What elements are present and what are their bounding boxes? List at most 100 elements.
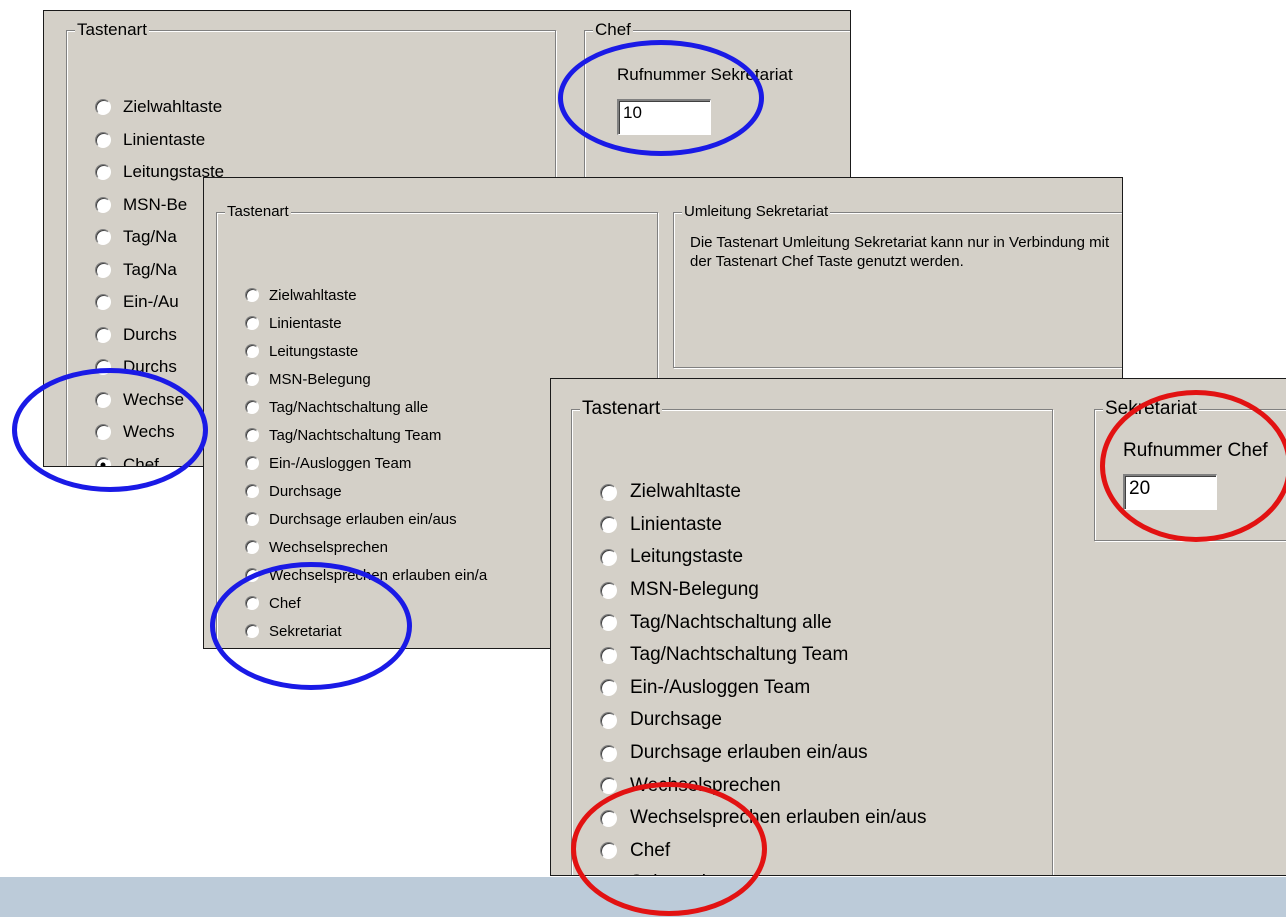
- radio-label: Ein-/Au: [123, 292, 179, 312]
- radio-option[interactable]: Linientaste: [245, 309, 487, 337]
- radio-icon[interactable]: [600, 777, 617, 795]
- radio-label: Durchsage erlauben ein/aus: [269, 510, 457, 528]
- radio-selected-icon[interactable]: [600, 874, 617, 875]
- radio-icon[interactable]: [245, 568, 259, 582]
- chef-number-field[interactable]: 20: [1123, 474, 1217, 510]
- radio-icon[interactable]: [245, 484, 259, 498]
- radio-option[interactable]: Tag/Nachtschaltung alle: [245, 393, 487, 421]
- secretary-number-field[interactable]: 10: [617, 99, 711, 135]
- radio-icon[interactable]: [95, 196, 111, 213]
- radio-icon[interactable]: [600, 646, 617, 664]
- radio-label: Tag/Nachtschaltung alle: [630, 611, 832, 633]
- radio-icon[interactable]: [600, 548, 617, 566]
- radio-icon[interactable]: [95, 99, 111, 116]
- bottom-band: [0, 877, 1286, 917]
- radio-option[interactable]: Durchsage: [245, 477, 487, 505]
- radio-icon[interactable]: [600, 679, 617, 697]
- radio-label: Durchsage: [269, 482, 342, 500]
- radio-label: Wechs: [123, 422, 175, 442]
- radio-icon[interactable]: [95, 326, 111, 343]
- radio-option[interactable]: Zielwahltaste: [600, 476, 926, 509]
- radio-option[interactable]: Tag/Nachtschaltung Team: [600, 639, 926, 672]
- info-text: Die Tastenart Umleitung Sekretariat kann…: [690, 234, 1110, 270]
- radio-label: MSN-Be: [123, 194, 188, 214]
- radio-icon[interactable]: [95, 424, 111, 441]
- radio-label: Sekretariat: [630, 872, 722, 875]
- radio-label: Wechselsprechen erlauben ein/a: [269, 566, 488, 584]
- group-title: Umleitung Sekretariat: [682, 203, 831, 220]
- radio-label: Ein-/Ausloggen Team: [269, 454, 412, 472]
- radio-icon[interactable]: [95, 391, 111, 408]
- radio-label: MSN-Belegung: [630, 579, 759, 601]
- radio-option[interactable]: Sekretariat: [600, 867, 926, 875]
- radio-option[interactable]: Leitungstaste: [245, 337, 487, 365]
- group-title: Tastenart: [225, 203, 291, 220]
- radio-icon[interactable]: [245, 372, 259, 386]
- radio-icon[interactable]: [95, 261, 111, 278]
- radio-icon[interactable]: [245, 624, 259, 638]
- radio-label: Tag/Nachtschaltung alle: [269, 398, 429, 416]
- radio-option[interactable]: Durchsage erlauben ein/aus: [245, 505, 487, 533]
- radio-label: Chef: [269, 594, 301, 612]
- radio-option[interactable]: Durchsage: [600, 704, 926, 737]
- radio-icon[interactable]: [95, 294, 111, 311]
- radio-option[interactable]: Linientaste: [600, 509, 926, 542]
- radio-option[interactable]: Umleitung Sekretariat: [245, 645, 487, 648]
- radio-icon[interactable]: [245, 288, 259, 302]
- radio-label: Durchsage erlauben ein/aus: [630, 742, 868, 764]
- radio-icon[interactable]: [245, 512, 259, 526]
- radio-icon[interactable]: [245, 428, 259, 442]
- radio-label: Chef: [123, 454, 159, 467]
- radio-option[interactable]: Tag/Nachtschaltung alle: [600, 606, 926, 639]
- sekretariat-group: Sekretariat Rufnummer Chef 20: [1094, 399, 1286, 541]
- radio-label: Ein-/Ausloggen Team: [630, 676, 811, 698]
- radio-option[interactable]: Chef: [245, 589, 487, 617]
- radio-icon[interactable]: [95, 229, 111, 246]
- radio-option[interactable]: Wechselsprechen erlauben ein/a: [245, 561, 487, 589]
- radio-label: Linientaste: [269, 314, 342, 332]
- radio-icon[interactable]: [245, 540, 259, 554]
- radio-option[interactable]: Leitungstaste: [600, 541, 926, 574]
- radio-option[interactable]: Sekretariat: [245, 617, 487, 645]
- radio-option[interactable]: Wechselsprechen erlauben ein/aus: [600, 802, 926, 835]
- radio-option[interactable]: Tag/Nachtschaltung Team: [245, 421, 487, 449]
- radio-option[interactable]: Zielwahltaste: [95, 91, 224, 124]
- radio-option[interactable]: Ein-/Ausloggen Team: [600, 672, 926, 705]
- radio-icon[interactable]: [245, 400, 259, 414]
- radio-option[interactable]: Wechselsprechen: [245, 533, 487, 561]
- radio-label: MSN-Belegung: [269, 370, 371, 388]
- radio-icon[interactable]: [245, 596, 259, 610]
- key-type-options: Zielwahltaste Linientaste Leitungstaste MSN…: [245, 281, 487, 648]
- radio-option[interactable]: Durchsage erlauben ein/aus: [600, 737, 926, 770]
- radio-label: Linientaste: [123, 129, 206, 149]
- radio-option[interactable]: MSN-Belegung: [600, 574, 926, 607]
- radio-label: Tag/Na: [123, 259, 177, 279]
- group-title: Tastenart: [75, 20, 149, 39]
- radio-icon[interactable]: [245, 344, 259, 358]
- radio-icon[interactable]: [95, 131, 111, 148]
- radio-option[interactable]: Zielwahltaste: [245, 281, 487, 309]
- radio-icon[interactable]: [95, 359, 111, 376]
- radio-selected-icon[interactable]: [95, 456, 111, 466]
- radio-icon[interactable]: [600, 483, 617, 501]
- radio-icon[interactable]: [245, 316, 259, 330]
- radio-icon[interactable]: [600, 516, 617, 534]
- radio-option[interactable]: Ein-/Ausloggen Team: [245, 449, 487, 477]
- radio-label: Wechselsprechen: [630, 774, 781, 796]
- radio-icon[interactable]: [600, 614, 617, 632]
- radio-icon[interactable]: [600, 842, 617, 860]
- radio-icon[interactable]: [95, 164, 111, 181]
- radio-icon[interactable]: [600, 711, 617, 729]
- radio-icon[interactable]: [600, 744, 617, 762]
- radio-label: Durchsage: [630, 709, 722, 731]
- radio-option[interactable]: Wechselsprechen: [600, 769, 926, 802]
- radio-label: Wechselsprechen erlauben ein/aus: [630, 807, 927, 829]
- radio-option[interactable]: Chef: [600, 835, 926, 868]
- radio-label: Zielwahltaste: [630, 481, 741, 503]
- radio-option[interactable]: Linientaste: [95, 124, 224, 157]
- radio-icon[interactable]: [600, 809, 617, 827]
- radio-icon[interactable]: [245, 456, 259, 470]
- radio-label: Sekretariat: [269, 622, 342, 640]
- radio-option[interactable]: MSN-Belegung: [245, 365, 487, 393]
- radio-icon[interactable]: [600, 581, 617, 599]
